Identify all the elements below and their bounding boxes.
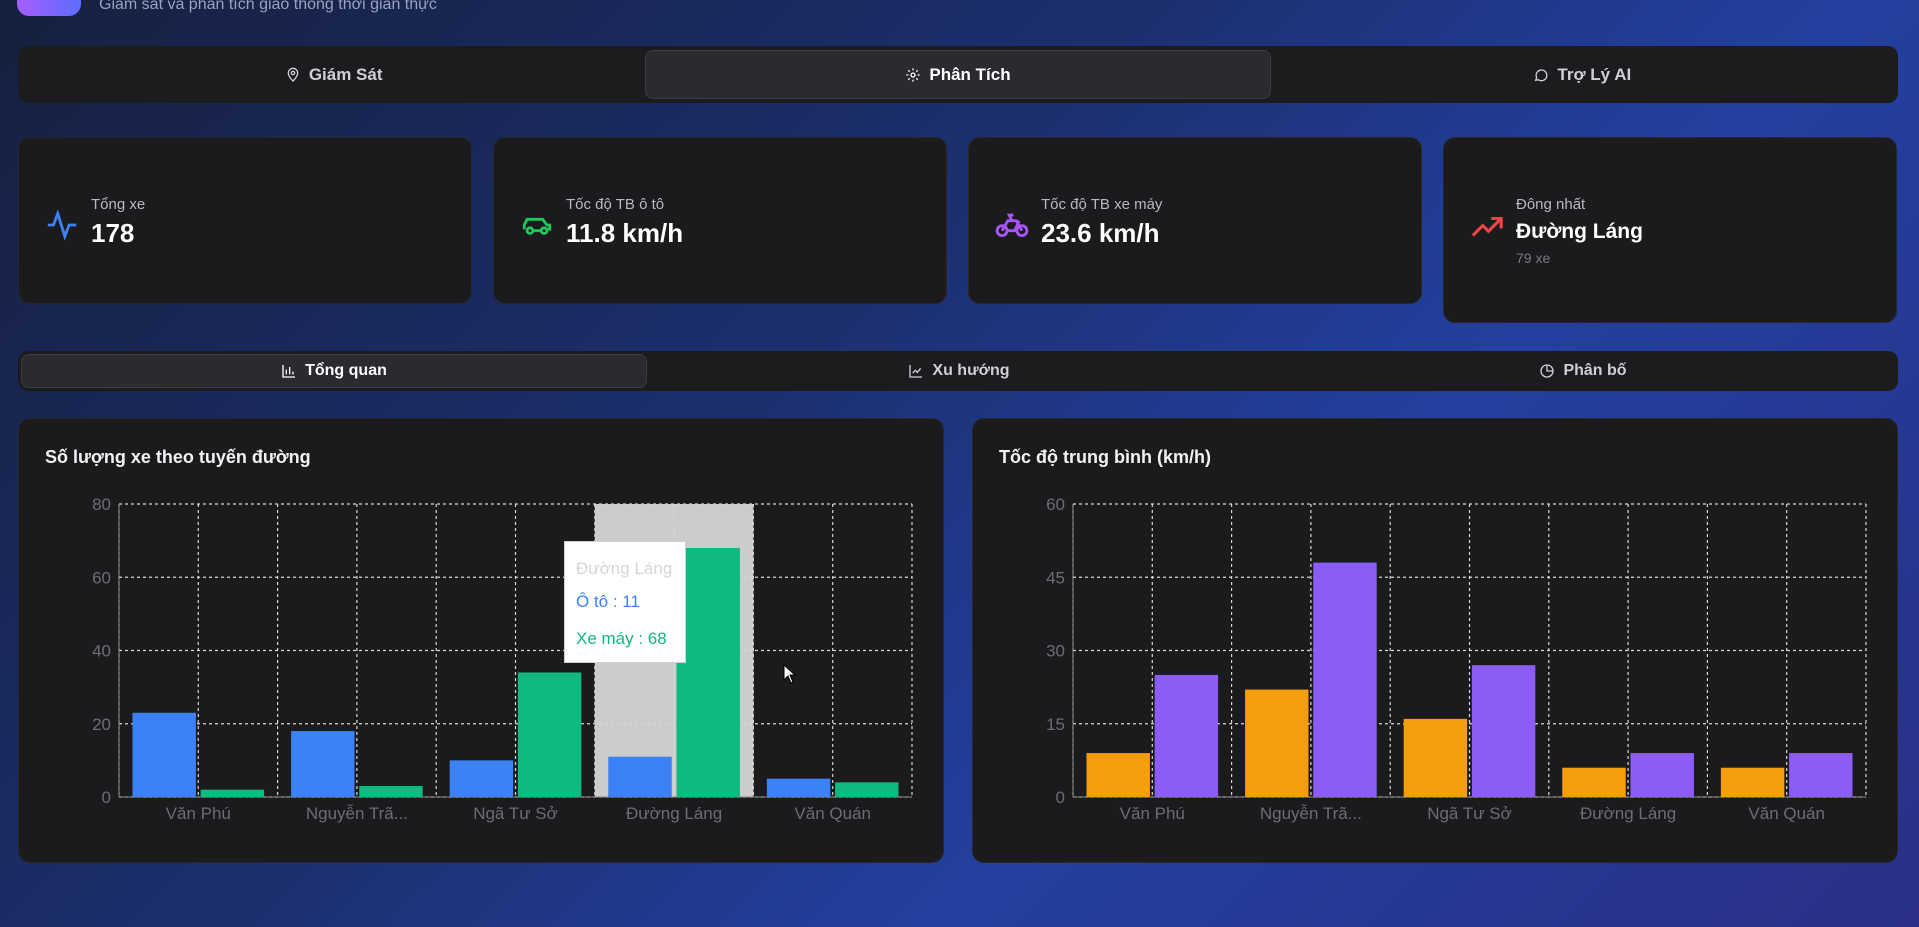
bar bbox=[766, 778, 831, 797]
chart-card-vehicle-count: Số lượng xe theo tuyến đường 0 20 40 60 80 Vă… bbox=[18, 418, 944, 863]
stat-value: 11.8 km/h bbox=[566, 218, 684, 248]
tab-label: Phân bố bbox=[1563, 362, 1627, 379]
x-tick-label: Đường Láng bbox=[626, 804, 722, 823]
tab-giam-sat[interactable]: Giám Sát bbox=[22, 50, 645, 99]
stat-label: Đông nhất bbox=[1516, 196, 1586, 213]
bar bbox=[359, 786, 423, 797]
stat-subvalue: 79 xe bbox=[1516, 250, 1551, 266]
tab-tro-ly-ai[interactable]: Trợ Lý AI bbox=[1271, 50, 1894, 99]
bike-icon bbox=[995, 213, 1029, 238]
app-logo bbox=[17, 0, 81, 16]
stat-car-speed: Tốc độ TB ô tô 11.8 km/h bbox=[493, 137, 947, 304]
stat-busiest-road: Đông nhất Đường Láng 79 xe bbox=[1443, 137, 1897, 323]
stat-value: 23.6 km/h bbox=[1041, 218, 1160, 248]
bar bbox=[1086, 753, 1150, 797]
x-tick-label: Văn Phú bbox=[166, 804, 231, 823]
chat-icon bbox=[1535, 68, 1548, 81]
bar bbox=[1789, 753, 1853, 797]
bar bbox=[1313, 562, 1377, 797]
y-tick-label: 45 bbox=[1046, 568, 1065, 587]
y-tick-label: 0 bbox=[1056, 788, 1065, 807]
bar bbox=[132, 712, 196, 797]
page-subtitle: Giám sát và phân tích giao thông thời gi… bbox=[99, 0, 437, 13]
bar bbox=[1154, 674, 1219, 797]
y-tick-label: 80 bbox=[92, 495, 111, 514]
y-tick-label: 40 bbox=[92, 642, 111, 661]
bar bbox=[1720, 767, 1785, 797]
stat-moto-speed: Tốc độ TB xe máy 23.6 km/h bbox=[968, 137, 1422, 304]
tab-label: Giám Sát bbox=[308, 64, 383, 84]
y-tick-label: 15 bbox=[1046, 715, 1065, 734]
tab-tong-quan[interactable]: Tổng quan bbox=[21, 354, 647, 388]
bar bbox=[449, 760, 514, 797]
tab-label: Trợ Lý AI bbox=[1557, 64, 1632, 84]
gear-icon bbox=[906, 67, 921, 82]
analysis-tabs: Tổng quan Xu hướng Phân bố bbox=[18, 351, 1898, 391]
bar bbox=[1245, 689, 1309, 797]
bar bbox=[1562, 767, 1626, 797]
main-tabs: Giám Sát Phân Tích Trợ Lý AI bbox=[18, 46, 1898, 103]
tab-phan-tich[interactable]: Phân Tích bbox=[645, 50, 1271, 99]
x-tick-label: Văn Quán bbox=[1748, 804, 1825, 823]
bar bbox=[517, 672, 582, 797]
stat-total-vehicles: Tổng xe 178 bbox=[18, 137, 472, 304]
car-icon bbox=[522, 217, 552, 235]
map-pin-icon bbox=[287, 67, 299, 82]
chart-card-avg-speed: Tốc độ trung bình (km/h) 0 15 30 45 60 Văn Ph… bbox=[972, 418, 1898, 863]
mouse-cursor-icon bbox=[783, 664, 797, 684]
stat-label: Tổng xe bbox=[91, 196, 146, 213]
stat-label: Tốc độ TB ô tô bbox=[566, 196, 665, 213]
x-tick-label: Nguyễn Trã... bbox=[306, 804, 408, 823]
vehicle-count-chart[interactable]: 0 20 40 60 80 Văn Phú Nguyễn Trã... Ngã Tư Sở Đư… bbox=[19, 419, 945, 864]
pie-chart-icon bbox=[1540, 364, 1555, 378]
tab-label: Tổng quan bbox=[305, 362, 387, 379]
y-tick-label: 20 bbox=[92, 715, 111, 734]
x-tick-label: Ngã Tư Sở bbox=[1427, 804, 1512, 823]
stat-value: Đường Láng bbox=[1516, 220, 1643, 243]
activity-icon bbox=[47, 209, 77, 241]
tab-phan-bo[interactable]: Phân bố bbox=[1271, 354, 1895, 388]
stat-value: 178 bbox=[91, 218, 135, 248]
bar bbox=[835, 782, 899, 797]
stat-label: Tốc độ TB xe máy bbox=[1041, 196, 1163, 213]
bar bbox=[1471, 665, 1536, 797]
avg-speed-chart[interactable]: 0 15 30 45 60 Văn Phú Nguyễn Trã... Ngã Tư Sở Đư… bbox=[973, 419, 1899, 864]
tooltip-moto-value: Xe máy : 68 bbox=[576, 629, 667, 648]
chart-tooltip: Đường Láng Ô tô : 11 Xe máy : 68 bbox=[564, 541, 686, 663]
bar bbox=[608, 756, 672, 797]
x-tick-label: Ngã Tư Sở bbox=[473, 804, 558, 823]
tooltip-title: Đường Láng bbox=[576, 559, 673, 578]
y-tick-label: 60 bbox=[92, 568, 111, 587]
y-tick-label: 0 bbox=[102, 788, 111, 807]
x-tick-label: Văn Phú bbox=[1120, 804, 1185, 823]
line-chart-icon bbox=[909, 365, 923, 378]
tooltip-car-value: Ô tô : 11 bbox=[576, 592, 640, 611]
y-tick-label: 30 bbox=[1046, 642, 1065, 661]
tab-xu-huong[interactable]: Xu hướng bbox=[647, 354, 1271, 388]
bar bbox=[291, 731, 355, 797]
trending-up-icon bbox=[1471, 216, 1503, 237]
y-tick-label: 60 bbox=[1046, 495, 1065, 514]
bar bbox=[200, 789, 265, 797]
bar bbox=[1630, 753, 1694, 797]
x-tick-label: Đường Láng bbox=[1580, 804, 1676, 823]
bar bbox=[1403, 718, 1468, 797]
x-tick-label: Nguyễn Trã... bbox=[1260, 804, 1362, 823]
x-tick-label: Văn Quán bbox=[794, 804, 871, 823]
bar-chart-icon bbox=[282, 365, 296, 378]
tab-label: Xu hướng bbox=[932, 362, 1010, 379]
tab-label: Phân Tích bbox=[929, 64, 1011, 84]
